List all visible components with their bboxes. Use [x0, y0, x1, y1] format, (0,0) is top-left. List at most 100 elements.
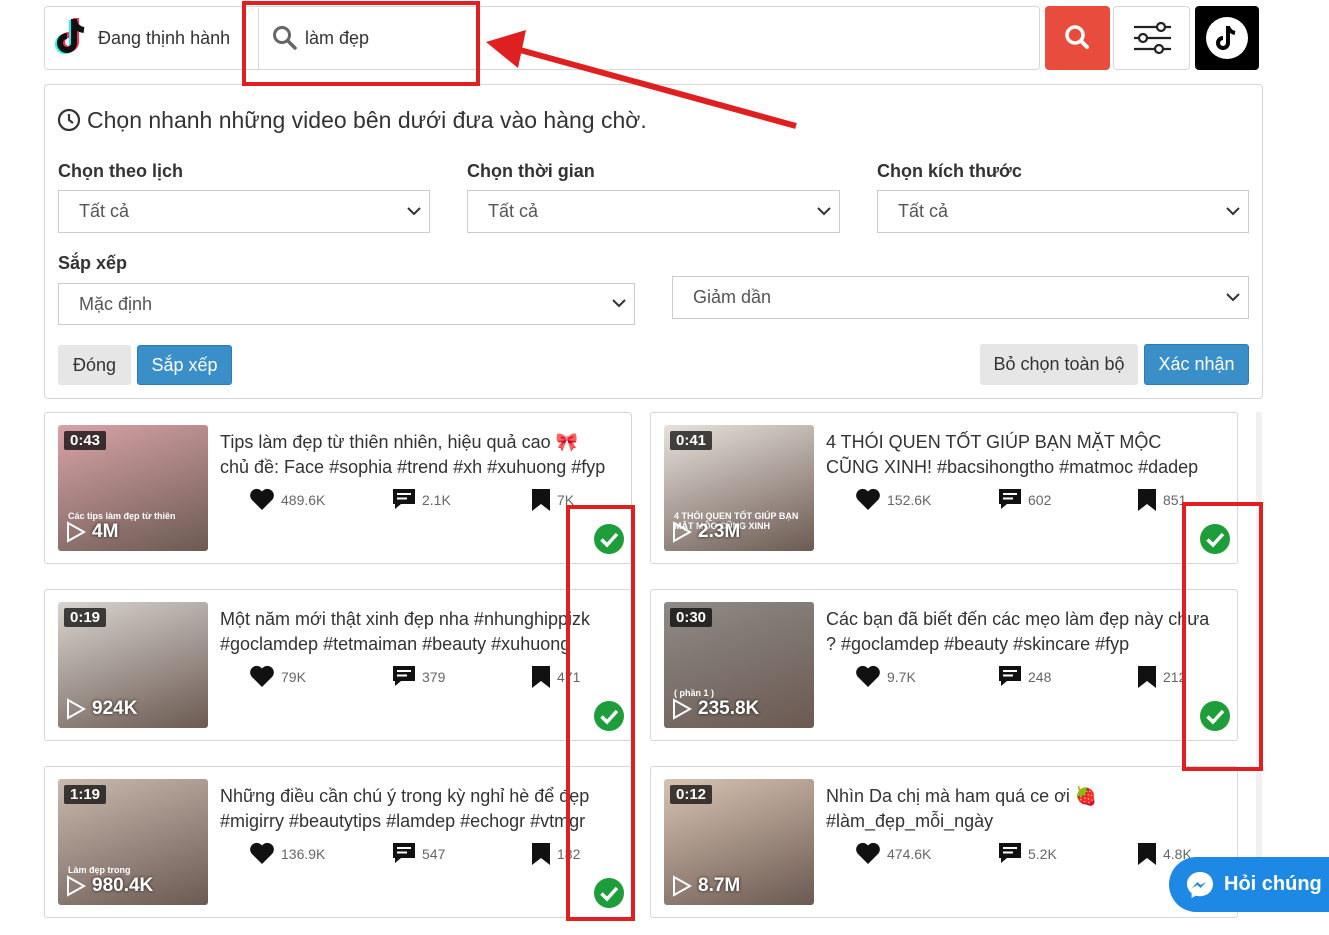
likes-stat: 152.6K — [855, 488, 931, 511]
thumbnail-caption: ( phần 1 ) — [674, 688, 714, 698]
close-button[interactable]: Đóng — [58, 345, 131, 385]
annotation-box-checks-right — [1182, 502, 1263, 771]
annotation-box-checks-left — [566, 505, 635, 921]
tiktok-logo-icon[interactable] — [54, 17, 90, 57]
size-select-value: Tất cả — [898, 201, 949, 221]
comments-count: 379 — [422, 668, 446, 685]
video-thumbnail[interactable]: 0:43 Các tips làm đẹp từ thiên 4M — [58, 425, 208, 551]
video-views: 8.7M — [672, 875, 740, 897]
tiktok-icon — [1206, 17, 1248, 59]
video-views-count: 980.4K — [92, 875, 154, 896]
video-thumbnail[interactable]: 1:19 Làm đẹp trong 980.4K — [58, 779, 208, 905]
video-thumbnail[interactable]: 0:19 924K — [58, 602, 208, 728]
sliders-icon — [1134, 21, 1171, 55]
video-views-count: 2.3M — [698, 521, 741, 542]
comments-count: 5.2K — [1028, 845, 1057, 862]
likes-stat: 9.7K — [855, 665, 916, 688]
video-thumbnail[interactable]: 0:41 4 THÓI QUEN TỐT GIÚP BẠN MẶT MỘC CŨN… — [664, 425, 814, 551]
sort-select[interactable]: Mặc định — [58, 283, 635, 325]
comments-stat: 2.1K — [392, 488, 451, 511]
filter-settings-button[interactable] — [1113, 6, 1190, 70]
time-select[interactable]: Tất cả — [467, 190, 840, 233]
video-title[interactable]: Nhìn Da chị mà ham quá ce ơi 🍓 #làm_đẹp_… — [826, 784, 1216, 834]
sort-label: Sắp xếp — [58, 253, 128, 273]
sort-select-value: Mặc định — [79, 293, 153, 314]
video-views-count: 4M — [92, 521, 119, 542]
order-select[interactable]: Giảm dần — [672, 276, 1249, 319]
confirm-button[interactable]: Xác nhận — [1144, 344, 1249, 385]
play-icon — [672, 875, 698, 897]
video-title[interactable]: Một năm mới thật xinh đẹp nha #nhunghipp… — [220, 607, 610, 657]
video-duration: 0:41 — [670, 431, 713, 450]
likes-stat: 79K — [249, 665, 306, 688]
video-thumbnail[interactable]: 0:12 8.7M — [664, 779, 814, 905]
heart-icon — [856, 842, 880, 864]
size-select[interactable]: Tất cả — [877, 190, 1249, 233]
chevron-down-icon — [817, 206, 831, 215]
tiktok-button[interactable] — [1195, 6, 1259, 70]
clock-icon — [57, 108, 81, 132]
bookmark-icon — [532, 666, 550, 688]
calendar-select-value: Tất cả — [79, 201, 130, 221]
video-duration: 0:19 — [64, 608, 107, 627]
search-button[interactable] — [1045, 6, 1110, 70]
likes-count: 79K — [281, 668, 306, 685]
sort-button[interactable]: Sắp xếp — [137, 345, 232, 385]
comments-stat: 248 — [998, 665, 1051, 688]
likes-count: 489.6K — [281, 491, 326, 508]
deselect-all-button[interactable]: Bỏ chọn toàn bộ — [980, 344, 1138, 385]
chevron-down-icon — [1226, 292, 1240, 301]
trending-label[interactable]: Đang thịnh hành — [98, 28, 230, 49]
bookmark-icon — [532, 843, 550, 865]
likes-count: 9.7K — [887, 668, 916, 685]
video-title[interactable]: Những điều cần chú ý trong kỳ nghỉ hè để… — [220, 784, 610, 834]
comments-stat: 547 — [392, 842, 445, 865]
video-title[interactable]: Tips làm đẹp từ thiên nhiên, hiệu quả ca… — [220, 430, 610, 480]
bookmark-icon — [532, 489, 550, 511]
video-title[interactable]: 4 THÓI QUEN TỐT GIÚP BẠN MẶT MỘC CŨNG XI… — [826, 430, 1216, 480]
heart-icon — [856, 488, 880, 510]
time-select-value: Tất cả — [488, 201, 539, 221]
saves-stat: 851 — [1137, 488, 1186, 512]
video-views: 235.8K — [672, 698, 759, 720]
likes-count: 136.9K — [281, 845, 326, 862]
video-title[interactable]: Các bạn đã biết đến các mẹo làm đẹp này … — [826, 607, 1216, 657]
video-views-count: 8.7M — [698, 875, 741, 896]
comment-icon — [393, 489, 415, 509]
calendar-select[interactable]: Tất cả — [58, 190, 430, 233]
comment-icon — [393, 843, 415, 863]
video-views: 980.4K — [66, 875, 153, 897]
comment-icon — [393, 666, 415, 686]
comments-count: 2.1K — [422, 491, 451, 508]
video-views-count: 235.8K — [698, 698, 760, 719]
video-views: 924K — [66, 698, 137, 720]
play-icon — [66, 521, 92, 543]
play-icon — [672, 698, 698, 720]
likes-stat: 136.9K — [249, 842, 325, 865]
play-icon — [66, 698, 92, 720]
search-icon — [1065, 25, 1089, 49]
video-duration: 0:30 — [670, 608, 713, 627]
heart-icon — [250, 665, 274, 687]
messenger-chat-button[interactable]: Hỏi chúng — [1169, 857, 1329, 912]
comment-icon — [999, 843, 1021, 863]
likes-stat: 489.6K — [249, 488, 325, 511]
comment-icon — [999, 489, 1021, 509]
time-label: Chọn thời gian — [467, 161, 595, 181]
bookmark-icon — [1138, 489, 1156, 511]
bookmark-icon — [1138, 666, 1156, 688]
likes-count: 152.6K — [887, 491, 932, 508]
comments-count: 248 — [1028, 668, 1052, 685]
video-duration: 0:12 — [670, 785, 713, 804]
chevron-down-icon — [612, 299, 626, 308]
messenger-chat-label: Hỏi chúng — [1224, 873, 1322, 895]
video-views: 4M — [66, 521, 118, 543]
annotation-box-search — [242, 1, 480, 86]
heart-icon — [856, 665, 880, 687]
video-duration: 1:19 — [64, 785, 107, 804]
video-thumbnail[interactable]: 0:30 ( phần 1 ) 235.8K — [664, 602, 814, 728]
chevron-down-icon — [1226, 206, 1240, 215]
video-views-count: 924K — [92, 698, 138, 719]
video-duration: 0:43 — [64, 431, 107, 450]
comments-stat: 602 — [998, 488, 1051, 511]
